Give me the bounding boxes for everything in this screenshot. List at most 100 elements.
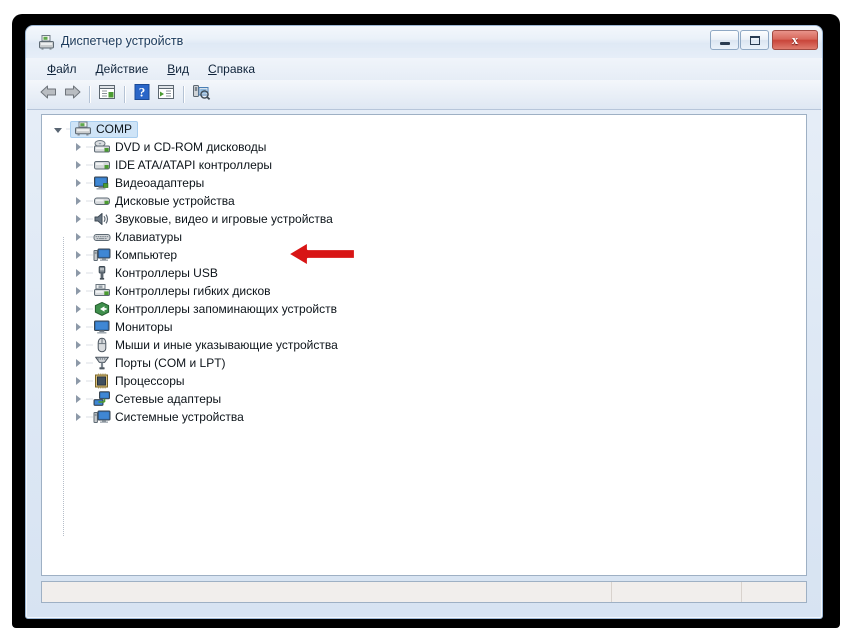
tree-connector xyxy=(86,175,93,191)
minimize-button[interactable] xyxy=(710,30,739,50)
tree-node-floppy-controllers[interactable]: Контроллеры гибких дисков xyxy=(42,282,806,300)
show-hidden-devices-button[interactable] xyxy=(154,83,178,106)
tree-connector xyxy=(86,247,93,263)
tree-connector xyxy=(86,157,93,173)
tree-node-label: Компьютер xyxy=(115,248,178,262)
tree-connector xyxy=(86,283,93,299)
tree-node-mice-pointing-devices[interactable]: Мыши и иные указывающие устройства xyxy=(42,336,806,354)
tree-connector xyxy=(86,391,93,407)
menu-item-view[interactable]: Вид xyxy=(158,60,198,78)
menu-file-accel: Ф xyxy=(47,62,57,76)
forward-arrow-icon xyxy=(63,84,82,105)
tree-node-usb-controllers[interactable]: Контроллеры USB xyxy=(42,264,806,282)
display-adapter-icon xyxy=(93,175,111,191)
tree-node-display-adapters[interactable]: Видеоадаптеры xyxy=(42,174,806,192)
expander-closed-icon[interactable] xyxy=(70,283,86,299)
tree-node-root-comp[interactable]: COMP xyxy=(42,120,806,138)
forward-button[interactable] xyxy=(60,83,84,106)
tree-node-sound-video-game[interactable]: Звуковые, видео и игровые устройства xyxy=(42,210,806,228)
monitor-icon xyxy=(93,319,111,335)
toolbar: ? xyxy=(27,80,821,110)
window-title: Диспетчер устройств xyxy=(61,34,184,48)
menu-item-help[interactable]: Справка xyxy=(199,60,264,78)
processor-icon xyxy=(93,373,111,389)
system-device-icon xyxy=(93,409,111,425)
disk-drive-icon xyxy=(93,193,111,209)
storage-controller-icon xyxy=(93,301,111,317)
tree-node-label: Мониторы xyxy=(115,320,173,334)
ports-icon xyxy=(93,355,111,371)
tree-connector xyxy=(86,265,93,281)
device-manager-window: Диспетчер устройств x Файл Действие Вид … xyxy=(25,25,823,619)
tree-node-keyboards[interactable]: Клавиатуры xyxy=(42,228,806,246)
title-bar[interactable]: Диспетчер устройств x xyxy=(26,26,822,58)
menu-action-accel: Д xyxy=(95,62,104,76)
tree-node-label: Видеоадаптеры xyxy=(115,176,205,190)
tree-node-system-devices[interactable]: Системные устройства xyxy=(42,408,806,426)
computer-icon xyxy=(93,247,111,263)
tree-connector xyxy=(86,229,93,245)
menu-bar: Файл Действие Вид Справка xyxy=(27,58,821,80)
tree-node-network-adapters[interactable]: Сетевые адаптеры xyxy=(42,390,806,408)
tree-node-ide-ata-atapi[interactable]: IDE ATA/ATAPI контроллеры xyxy=(42,156,806,174)
tree-node-dvd-cdrom[interactable]: DVD и CD-ROM дисководы xyxy=(42,138,806,156)
svg-text:?: ? xyxy=(139,85,146,100)
tree-connector xyxy=(86,337,93,353)
close-button[interactable]: x xyxy=(772,30,818,50)
tree-connector xyxy=(86,301,93,317)
maximize-button[interactable] xyxy=(740,30,769,50)
tree-node-computer[interactable]: Компьютер xyxy=(42,246,806,264)
menu-item-file[interactable]: Файл xyxy=(38,60,86,78)
tree-node-label: Дисковые устройства xyxy=(115,194,235,208)
tree-node-label: IDE ATA/ATAPI контроллеры xyxy=(115,158,273,172)
tree-node-label: Клавиатуры xyxy=(115,230,182,244)
toolbar-separator xyxy=(89,86,90,103)
tree-node-disk-drives[interactable]: Дисковые устройства xyxy=(42,192,806,210)
properties-icon xyxy=(98,84,116,105)
expander-closed-icon[interactable] xyxy=(70,265,86,281)
expander-closed-icon[interactable] xyxy=(70,373,86,389)
properties-button[interactable] xyxy=(95,83,119,106)
close-glyph-icon: x xyxy=(791,32,799,47)
device-tree-panel[interactable]: COMP DVD и CD-ROM дисководы IDE ATA/ATAP… xyxy=(41,114,807,576)
minimize-glyph-icon xyxy=(720,42,730,45)
scan-for-hardware-changes-button[interactable] xyxy=(189,83,213,106)
expander-open-icon[interactable] xyxy=(50,121,66,137)
expander-closed-icon[interactable] xyxy=(70,391,86,407)
tree-connector xyxy=(86,373,93,389)
mouse-icon xyxy=(93,337,111,353)
expander-closed-icon[interactable] xyxy=(70,301,86,317)
tree-node-label: COMP xyxy=(96,122,132,136)
expander-closed-icon[interactable] xyxy=(70,409,86,425)
expander-closed-icon[interactable] xyxy=(70,157,86,173)
back-button[interactable] xyxy=(36,83,60,106)
expander-closed-icon[interactable] xyxy=(70,175,86,191)
tree-connector xyxy=(86,409,93,425)
expander-closed-icon[interactable] xyxy=(70,193,86,209)
help-button[interactable]: ? xyxy=(130,83,154,106)
tree-node-monitors[interactable]: Мониторы xyxy=(42,318,806,336)
floppy-controller-icon xyxy=(93,283,111,299)
tree-node-ports-com-lpt[interactable]: Порты (COM и LPT) xyxy=(42,354,806,372)
tree-node-label: Звуковые, видео и игровые устройства xyxy=(115,212,333,226)
network-adapter-icon xyxy=(93,391,111,407)
show-hidden-devices-icon xyxy=(157,84,175,105)
tree-node-label: Контроллеры гибких дисков xyxy=(115,284,271,298)
sound-device-icon xyxy=(93,211,111,227)
keyboard-icon xyxy=(93,229,111,245)
tree-node-storage-controllers[interactable]: Контроллеры запоминающих устройств xyxy=(42,300,806,318)
menu-item-action[interactable]: Действие xyxy=(87,60,158,78)
expander-closed-icon[interactable] xyxy=(70,211,86,227)
scan-for-hardware-changes-icon xyxy=(192,84,211,105)
expander-closed-icon[interactable] xyxy=(70,247,86,263)
expander-closed-icon[interactable] xyxy=(70,139,86,155)
tree-node-processors[interactable]: Процессоры xyxy=(42,372,806,390)
tree-connector xyxy=(86,319,93,335)
back-arrow-icon xyxy=(39,84,58,105)
expander-closed-icon[interactable] xyxy=(70,319,86,335)
expander-closed-icon[interactable] xyxy=(70,355,86,371)
tree-node-label: DVD и CD-ROM дисководы xyxy=(115,140,267,154)
help-icon: ? xyxy=(133,84,151,105)
expander-closed-icon[interactable] xyxy=(70,337,86,353)
expander-closed-icon[interactable] xyxy=(70,229,86,245)
